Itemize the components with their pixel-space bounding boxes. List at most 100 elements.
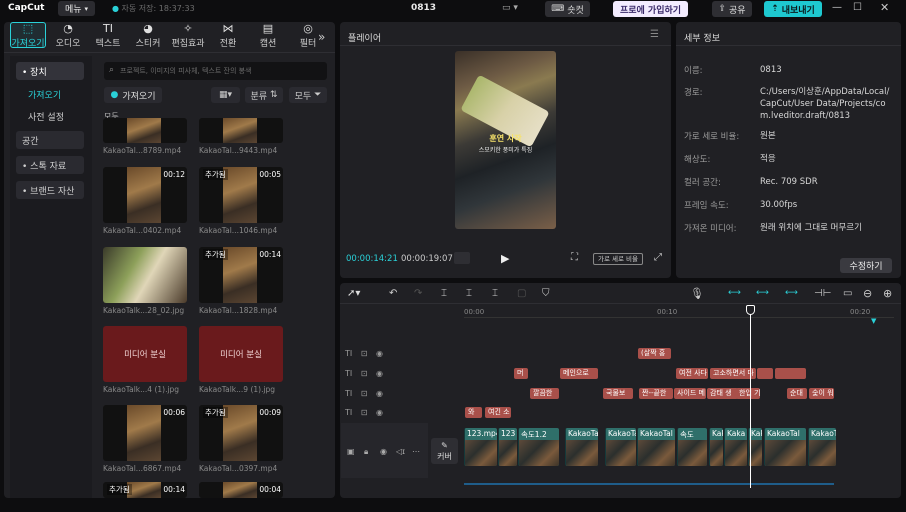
close-icon[interactable]: ✕ (880, 1, 889, 14)
eye-icon[interactable]: ◉ (376, 408, 383, 417)
sidebar-item-import[interactable]: 가져오기 (22, 85, 90, 103)
minimize-icon[interactable]: — (832, 2, 842, 13)
video-clip[interactable]: 속도 (677, 428, 707, 466)
fullscreen-frame-icon[interactable]: ⛶ (571, 252, 578, 263)
media-thumbnail[interactable]: 00:12 (103, 167, 187, 223)
video-clip[interactable]: 123.mp4 (464, 428, 497, 466)
sidebar-item-device[interactable]: • 장치 (16, 62, 84, 80)
lock-icon[interactable]: ⊡ (361, 369, 368, 378)
tab-sticker[interactable]: ◕ 스티커 (128, 22, 168, 50)
shortcut-button[interactable]: ⌨ 숏컷 (545, 1, 590, 17)
tab-effects[interactable]: ✧ 편집효과 (168, 22, 208, 50)
share-button[interactable]: ⇪ 공유 (712, 1, 752, 17)
import-media-button[interactable]: ● 가져오기 (104, 87, 162, 103)
tab-transition[interactable]: ⋈ 전환 (208, 22, 248, 50)
eye-icon[interactable]: ◉ (376, 389, 383, 398)
caption-track-icon[interactable]: ▭ (843, 288, 852, 299)
text-clip[interactable]: 깔끔한 (530, 388, 559, 399)
video-clip[interactable]: KakaoTa (808, 428, 836, 466)
media-thumbnail[interactable]: 00:06 (103, 405, 187, 461)
tab-audio[interactable]: ◔ 오디오 (48, 22, 88, 50)
video-clip[interactable]: KakaoTa (605, 428, 636, 466)
play-icon[interactable]: ▶ (501, 252, 509, 265)
zoom-out-icon[interactable]: ⊖ (863, 287, 872, 300)
media-thumbnail[interactable]: 00:05 추가됨 (199, 167, 283, 223)
text-clip[interactable]: 한입 기 (736, 388, 760, 399)
split-icon[interactable]: ⌶ (441, 288, 447, 299)
media-thumbnail[interactable] (103, 118, 187, 143)
text-clip[interactable]: 여긴 소 (485, 407, 511, 418)
media-thumbnail[interactable]: 00:14 추가됨 (199, 247, 283, 303)
text-clip[interactable]: 짠--끝한 (639, 388, 673, 399)
filter-button[interactable]: 모두 ⏷ (289, 87, 327, 103)
media-thumbnail[interactable]: 00:04 (199, 482, 283, 498)
microphone-icon[interactable]: 🎙 (690, 287, 704, 300)
text-clip[interactable]: 숯이 워 (809, 388, 834, 399)
lock-icon[interactable]: ⊡ (361, 408, 368, 417)
text-clip[interactable] (757, 368, 773, 379)
eye-icon[interactable]: ◉ (376, 369, 383, 378)
frame-toggle[interactable] (454, 252, 470, 264)
media-thumbnail[interactable]: 미디어 분실 (199, 326, 283, 382)
aspect-ratio-button[interactable]: 가로 세로 비율 (593, 253, 643, 265)
zoom-in-icon[interactable]: ⊕ (883, 287, 892, 300)
video-clip[interactable]: KakaoTal (637, 428, 675, 466)
split-left-icon[interactable]: ⌶ (466, 288, 472, 299)
lock-icon[interactable]: ⊡ (361, 349, 368, 358)
redo-icon[interactable]: ↷ (414, 288, 422, 299)
media-thumbnail[interactable] (103, 247, 187, 303)
video-clip[interactable]: Kaka (724, 428, 747, 466)
playhead[interactable] (750, 305, 751, 488)
media-thumbnail[interactable]: 미디어 분실 (103, 326, 187, 382)
text-clip[interactable]: 순대 (787, 388, 807, 399)
split-right-icon[interactable]: ⌶ (492, 288, 498, 299)
eye-icon[interactable]: ◉ (376, 349, 383, 358)
text-clip[interactable]: 국물보 (603, 388, 633, 399)
cover-button[interactable]: ✎ 커버 (431, 438, 458, 464)
text-clip[interactable]: 와 (465, 407, 482, 418)
player-menu-icon[interactable]: ☰ (650, 29, 659, 40)
view-mode-button[interactable]: ▦▾ (211, 87, 240, 103)
text-clip[interactable]: 머 (514, 368, 528, 379)
sidebar-item-presets[interactable]: 사전 설정 (22, 107, 90, 125)
align-icon[interactable]: ⊣⊢ (814, 288, 831, 299)
link-icon[interactable]: ⟷ (756, 288, 769, 298)
preview-axis-icon[interactable]: ⟷ (785, 288, 798, 298)
text-clip[interactable]: 사이드 메 (674, 388, 706, 399)
export-button[interactable]: ⇡ 내보내기 (764, 1, 822, 17)
select-cursor-icon[interactable]: ➚▾ (347, 288, 360, 299)
sidebar-item-stock[interactable]: • 스톡 자료 (16, 156, 84, 174)
media-thumbnail[interactable]: 00:09 추가됨 (199, 405, 283, 461)
video-clip[interactable]: KakaoTa (565, 428, 598, 466)
layout-icon[interactable]: ▭ ▾ (502, 3, 518, 13)
expand-icon[interactable]: ⤢ (654, 252, 662, 263)
main-menu-button[interactable]: 메뉴 ▾ (58, 1, 95, 16)
sort-button[interactable]: 분류 ⇅ (245, 87, 283, 103)
search-input[interactable]: 프로젝트, 이미지의 피사체, 텍스트 잔의 봉색 (120, 66, 252, 76)
video-clip[interactable]: KakaoTal (764, 428, 806, 466)
delete-icon[interactable]: ▢ (517, 288, 526, 299)
video-clip[interactable]: 속도1.2 (518, 428, 559, 466)
media-thumbnail[interactable]: 00:14 추가됨 (103, 482, 187, 498)
lock-icon[interactable]: ⊡ (361, 389, 368, 398)
text-clip[interactable]: (살짝 홍 (638, 348, 671, 359)
sidebar-item-space[interactable]: 공간 (16, 131, 84, 149)
magnet-icon[interactable]: ⟷ (728, 288, 741, 298)
edit-details-button[interactable]: 수정하기 (840, 258, 892, 273)
media-search[interactable]: ⌕ 프로젝트, 이미지의 피사체, 텍스트 잔의 봉색 (104, 62, 327, 80)
tab-text[interactable]: TI 텍스트 (88, 22, 128, 50)
pro-subscribe-button[interactable]: 프로에 가입하기 (613, 1, 688, 17)
text-clip[interactable]: 메인으로 (560, 368, 598, 379)
undo-icon[interactable]: ↶ (389, 288, 397, 299)
tab-caption[interactable]: ▤ 캡션 (248, 22, 288, 50)
time-ruler[interactable]: 00:00 00:10 00:20 (464, 308, 894, 318)
text-clip[interactable] (775, 368, 806, 379)
text-clip[interactable]: 여전 사다 (676, 368, 708, 379)
tab-import[interactable]: ⬚ 가져오기 (8, 22, 48, 50)
sidebar-item-brand[interactable]: • 브랜드 자산 (16, 181, 84, 199)
video-clip[interactable]: KakaoTa (709, 428, 723, 466)
lock-icon[interactable]: 🔒︎ (364, 447, 368, 457)
media-thumbnail[interactable] (199, 118, 283, 143)
audio-mute-icon[interactable]: ◁ɪ (396, 447, 405, 456)
text-clip[interactable]: 감태 생 (707, 388, 738, 399)
